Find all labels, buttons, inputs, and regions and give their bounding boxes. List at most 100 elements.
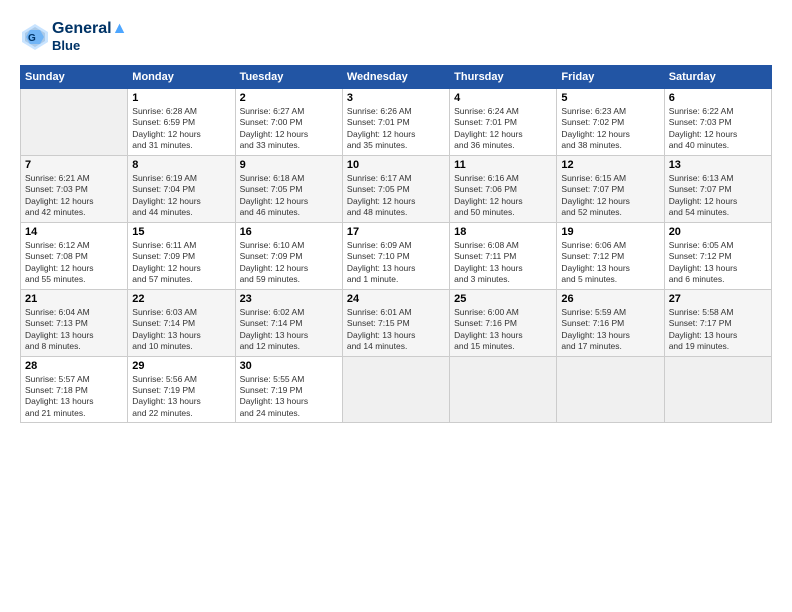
day-cell: 4 Sunrise: 6:24 AM Sunset: 7:01 PM Daylig… [450,89,557,156]
day-info: Sunrise: 6:24 AM Sunset: 7:01 PM Dayligh… [454,106,552,152]
column-header-wednesday: Wednesday [342,66,449,89]
week-row-5: 28 Sunrise: 5:57 AM Sunset: 7:18 PM Dayli… [21,356,772,423]
day-info: Sunrise: 5:58 AM Sunset: 7:17 PM Dayligh… [669,307,767,353]
day-number: 26 [561,293,659,305]
day-cell: 30 Sunrise: 5:55 AM Sunset: 7:19 PM Dayli… [235,356,342,423]
day-cell: 21 Sunrise: 6:04 AM Sunset: 7:13 PM Dayli… [21,289,128,356]
day-cell: 17Sunrise: 6:09 AM Sunset: 7:10 PM Dayli… [342,222,449,289]
column-headers: SundayMondayTuesdayWednesdayThursdayFrid… [21,66,772,89]
day-number: 21 [25,293,123,305]
header: G General▲ Blue [20,20,772,53]
day-number: 15 [132,226,230,238]
day-cell [664,356,771,423]
day-info: Sunrise: 6:09 AM Sunset: 7:10 PM Dayligh… [347,240,445,286]
day-cell: 8Sunrise: 6:19 AM Sunset: 7:04 PM Daylig… [128,155,235,222]
day-info: Sunrise: 6:12 AM Sunset: 7:08 PM Dayligh… [25,240,123,286]
day-number: 2 [240,92,338,104]
day-cell: 29 Sunrise: 5:56 AM Sunset: 7:19 PM Dayli… [128,356,235,423]
day-number: 30 [240,360,338,372]
day-number: 12 [561,159,659,171]
day-cell: 18Sunrise: 6:08 AM Sunset: 7:11 PM Dayli… [450,222,557,289]
day-info: Sunrise: 6:08 AM Sunset: 7:11 PM Dayligh… [454,240,552,286]
day-info: Sunrise: 6:15 AM Sunset: 7:07 PM Dayligh… [561,173,659,219]
day-cell: 27 Sunrise: 5:58 AM Sunset: 7:17 PM Dayli… [664,289,771,356]
day-number: 6 [669,92,767,104]
day-number: 23 [240,293,338,305]
day-cell: 10 Sunrise: 6:17 AM Sunset: 7:05 PM Dayli… [342,155,449,222]
week-row-3: 14 Sunrise: 6:12 AM Sunset: 7:08 PM Dayli… [21,222,772,289]
day-number: 4 [454,92,552,104]
day-cell [557,356,664,423]
day-info: Sunrise: 6:05 AM Sunset: 7:12 PM Dayligh… [669,240,767,286]
week-row-2: 7 Sunrise: 6:21 AM Sunset: 7:03 PM Daylig… [21,155,772,222]
day-info: Sunrise: 6:01 AM Sunset: 7:15 PM Dayligh… [347,307,445,353]
day-number: 25 [454,293,552,305]
day-info: Sunrise: 6:18 AM Sunset: 7:05 PM Dayligh… [240,173,338,219]
day-number: 19 [561,226,659,238]
day-info: Sunrise: 6:02 AM Sunset: 7:14 PM Dayligh… [240,307,338,353]
day-cell: 11 Sunrise: 6:16 AM Sunset: 7:06 PM Dayli… [450,155,557,222]
day-info: Sunrise: 6:22 AM Sunset: 7:03 PM Dayligh… [669,106,767,152]
day-cell: 15 Sunrise: 6:11 AM Sunset: 7:09 PM Dayli… [128,222,235,289]
day-info: Sunrise: 6:28 AM Sunset: 6:59 PM Dayligh… [132,106,230,152]
day-cell: 25Sunrise: 6:00 AM Sunset: 7:16 PM Dayli… [450,289,557,356]
day-info: Sunrise: 6:13 AM Sunset: 7:07 PM Dayligh… [669,173,767,219]
day-cell: 5Sunrise: 6:23 AM Sunset: 7:02 PM Daylig… [557,89,664,156]
day-number: 13 [669,159,767,171]
column-header-monday: Monday [128,66,235,89]
day-cell: 24 Sunrise: 6:01 AM Sunset: 7:15 PM Dayli… [342,289,449,356]
day-number: 20 [669,226,767,238]
day-number: 28 [25,360,123,372]
day-number: 1 [132,92,230,104]
logo-text: General▲ Blue [52,20,127,53]
day-info: Sunrise: 6:19 AM Sunset: 7:04 PM Dayligh… [132,173,230,219]
day-info: Sunrise: 6:11 AM Sunset: 7:09 PM Dayligh… [132,240,230,286]
day-info: Sunrise: 6:04 AM Sunset: 7:13 PM Dayligh… [25,307,123,353]
day-info: Sunrise: 6:21 AM Sunset: 7:03 PM Dayligh… [25,173,123,219]
day-cell [342,356,449,423]
day-cell: 20 Sunrise: 6:05 AM Sunset: 7:12 PM Dayli… [664,222,771,289]
day-info: Sunrise: 6:26 AM Sunset: 7:01 PM Dayligh… [347,106,445,152]
day-info: Sunrise: 6:10 AM Sunset: 7:09 PM Dayligh… [240,240,338,286]
day-info: Sunrise: 6:27 AM Sunset: 7:00 PM Dayligh… [240,106,338,152]
calendar-table: SundayMondayTuesdayWednesdayThursdayFrid… [20,65,772,423]
logo: G General▲ Blue [20,20,127,53]
day-number: 14 [25,226,123,238]
day-info: Sunrise: 5:56 AM Sunset: 7:19 PM Dayligh… [132,374,230,420]
day-number: 11 [454,159,552,171]
day-info: Sunrise: 6:23 AM Sunset: 7:02 PM Dayligh… [561,106,659,152]
column-header-thursday: Thursday [450,66,557,89]
svg-text:G: G [28,33,36,44]
day-cell: 13 Sunrise: 6:13 AM Sunset: 7:07 PM Dayli… [664,155,771,222]
column-header-saturday: Saturday [664,66,771,89]
week-row-1: 1 Sunrise: 6:28 AM Sunset: 6:59 PM Daylig… [21,89,772,156]
day-number: 7 [25,159,123,171]
day-number: 29 [132,360,230,372]
day-number: 9 [240,159,338,171]
day-cell: 3 Sunrise: 6:26 AM Sunset: 7:01 PM Daylig… [342,89,449,156]
day-cell: 6 Sunrise: 6:22 AM Sunset: 7:03 PM Daylig… [664,89,771,156]
day-number: 10 [347,159,445,171]
column-header-friday: Friday [557,66,664,89]
day-number: 22 [132,293,230,305]
day-cell: 22 Sunrise: 6:03 AM Sunset: 7:14 PM Dayli… [128,289,235,356]
week-row-4: 21 Sunrise: 6:04 AM Sunset: 7:13 PM Dayli… [21,289,772,356]
day-number: 16 [240,226,338,238]
day-info: Sunrise: 6:06 AM Sunset: 7:12 PM Dayligh… [561,240,659,286]
day-info: Sunrise: 6:17 AM Sunset: 7:05 PM Dayligh… [347,173,445,219]
day-info: Sunrise: 5:55 AM Sunset: 7:19 PM Dayligh… [240,374,338,420]
column-header-sunday: Sunday [21,66,128,89]
day-cell: 19 Sunrise: 6:06 AM Sunset: 7:12 PM Dayli… [557,222,664,289]
day-info: Sunrise: 6:03 AM Sunset: 7:14 PM Dayligh… [132,307,230,353]
column-header-tuesday: Tuesday [235,66,342,89]
day-cell: 9 Sunrise: 6:18 AM Sunset: 7:05 PM Daylig… [235,155,342,222]
day-info: Sunrise: 6:16 AM Sunset: 7:06 PM Dayligh… [454,173,552,219]
day-number: 27 [669,293,767,305]
day-cell: 1 Sunrise: 6:28 AM Sunset: 6:59 PM Daylig… [128,89,235,156]
day-cell: 16 Sunrise: 6:10 AM Sunset: 7:09 PM Dayli… [235,222,342,289]
page: G General▲ Blue SundayMondayTuesdayWedne… [0,0,792,612]
day-number: 24 [347,293,445,305]
day-info: Sunrise: 5:57 AM Sunset: 7:18 PM Dayligh… [25,374,123,420]
day-number: 3 [347,92,445,104]
day-cell: 2 Sunrise: 6:27 AM Sunset: 7:00 PM Daylig… [235,89,342,156]
